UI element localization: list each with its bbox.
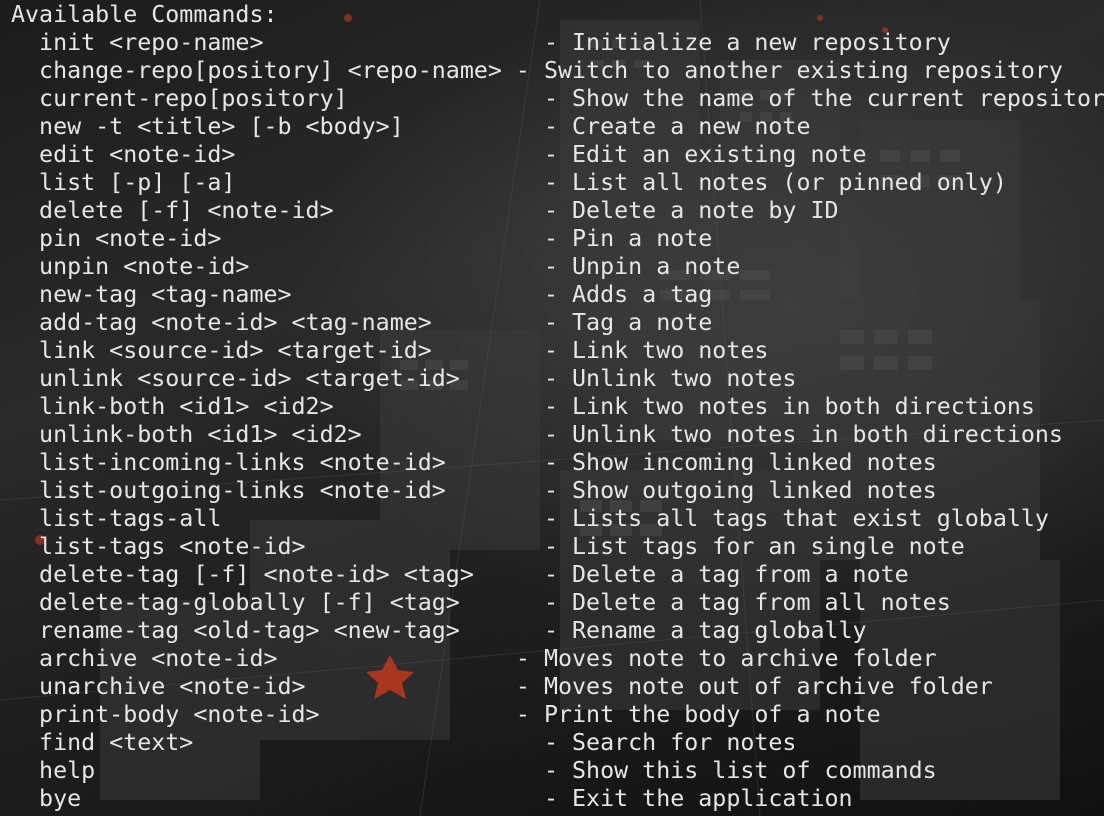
output-line-archive: archive <note-id> - Moves note to archiv… — [11, 645, 937, 672]
output-line-unpin: unpin <note-id> - Unpin a note — [11, 253, 741, 280]
output-line-add-tag: add-tag <note-id> <tag-name> - Tag a not… — [11, 309, 713, 336]
terminal-output[interactable]: Available Commands: init <repo-name> - I… — [11, 1, 1104, 813]
output-line-list-tags: list-tags <note-id> - List tags for an s… — [11, 533, 965, 560]
output-line-delete-tag-globally: delete-tag-globally [-f] <tag> - Delete … — [11, 589, 951, 616]
output-line-unarchive: unarchive <note-id> - Moves note out of … — [11, 673, 993, 700]
output-line-init: init <repo-name> - Initialize a new repo… — [11, 29, 951, 56]
output-line-new: new -t <title> [-b <body>] - Create a ne… — [11, 113, 811, 140]
output-line-list-incoming-links: list-incoming-links <note-id> - Show inc… — [11, 449, 937, 476]
output-line-header: Available Commands: — [11, 1, 278, 28]
output-line-delete: delete [-f] <note-id> - Delete a note by… — [11, 197, 839, 224]
output-line-help: help - Show this list of commands — [11, 757, 937, 784]
output-line-link-both: link-both <id1> <id2> - Link two notes i… — [11, 393, 1035, 420]
output-line-list-tags-all: list-tags-all - Lists all tags that exis… — [11, 505, 1049, 532]
output-line-unlink: unlink <source-id> <target-id> - Unlink … — [11, 365, 797, 392]
terminal-window[interactable]: Available Commands: init <repo-name> - I… — [0, 0, 1104, 816]
output-line-find: find <text> - Search for notes — [11, 729, 797, 756]
output-line-print-body: print-body <note-id> - Print the body of… — [11, 701, 881, 728]
output-line-delete-tag: delete-tag [-f] <note-id> <tag> - Delete… — [11, 561, 909, 588]
output-line-unlink-both: unlink-both <id1> <id2> - Unlink two not… — [11, 421, 1063, 448]
output-line-change-repo: change-repo[pository] <repo-name> - Swit… — [11, 57, 1063, 84]
output-line-bye: bye - Exit the application — [11, 785, 853, 812]
output-line-edit: edit <note-id> - Edit an existing note — [11, 141, 867, 168]
output-line-current-repo: current-repo[pository] - Show the name o… — [11, 85, 1104, 112]
output-line-rename-tag: rename-tag <old-tag> <new-tag> - Rename … — [11, 617, 867, 644]
output-line-list: list [-p] [-a] - List all notes (or pinn… — [11, 169, 1007, 196]
output-line-pin: pin <note-id> - Pin a note — [11, 225, 713, 252]
output-line-list-outgoing-links: list-outgoing-links <note-id> - Show out… — [11, 477, 937, 504]
output-line-link: link <source-id> <target-id> - Link two … — [11, 337, 769, 364]
output-line-new-tag: new-tag <tag-name> - Adds a tag — [11, 281, 713, 308]
